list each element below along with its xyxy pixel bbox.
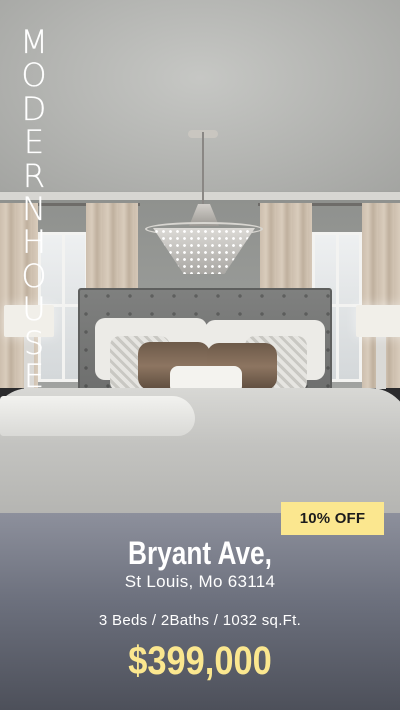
crystal-chandelier (145, 204, 263, 276)
throw-blanket (0, 396, 195, 436)
chandelier-stem (202, 132, 204, 204)
title-letter: R (22, 156, 46, 195)
lamp-shade-right (356, 305, 400, 337)
title-letter: H (21, 223, 47, 262)
title-letter: D (21, 89, 47, 128)
discount-badge: 10% OFF (281, 502, 384, 535)
city-address: St Louis, Mo 63114 (124, 572, 276, 591)
title-letter: S (23, 323, 45, 362)
chandelier-crystals (153, 228, 255, 274)
title-letter: M (20, 23, 48, 61)
title-letter: N (22, 189, 46, 228)
title-letter: E (23, 356, 45, 395)
title-letter: O (21, 56, 47, 95)
vertical-title-modern-house: M O D E R N H O U S E (16, 23, 52, 395)
street-address: Bryant Ave, (128, 535, 272, 571)
crown-molding (0, 192, 400, 200)
title-letter: U (22, 290, 46, 329)
lamp-base-right (376, 337, 386, 389)
price: $399,000 (128, 639, 272, 683)
title-letter: O (21, 256, 47, 295)
property-details: 3 Beds / 2Baths / 1032 sq.Ft. (98, 612, 302, 629)
bedroom-photo (0, 0, 400, 513)
ceiling (0, 0, 400, 195)
title-letter: E (23, 123, 45, 162)
listing-poster: M O D E R N H O U S E 10% OFF Bryant Ave… (0, 0, 400, 710)
